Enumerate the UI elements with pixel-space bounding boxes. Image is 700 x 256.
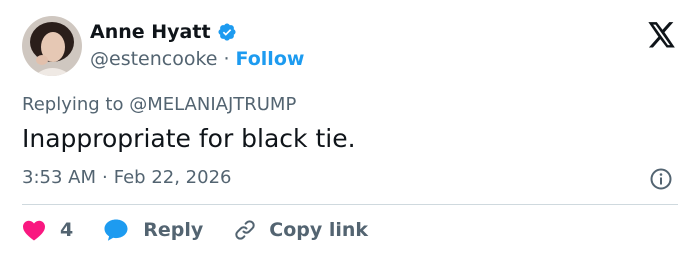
like-count: 4 <box>60 219 74 241</box>
separator-dot: · <box>102 167 108 188</box>
author-name[interactable]: Anne Hyatt <box>90 21 211 43</box>
author-handle-row: @estencooke · Follow <box>90 48 304 70</box>
author-name-row: Anne Hyatt <box>90 21 237 43</box>
tweet-text: Inappropriate for black tie. <box>22 124 356 153</box>
avatar[interactable] <box>22 16 82 76</box>
reply-button[interactable]: Reply <box>103 218 233 242</box>
reply-label: Reply <box>143 219 204 241</box>
tweet-date: Feb 22, 2026 <box>113 167 232 188</box>
reply-bubble-icon <box>103 218 129 242</box>
copy-link-label: Copy link <box>269 219 369 241</box>
tweet-time: 3:53 AM <box>22 167 96 188</box>
replying-to[interactable]: Replying to @MELANIAJTRUMP <box>22 94 296 115</box>
x-logo-icon[interactable] <box>648 22 676 48</box>
info-icon[interactable] <box>649 167 673 191</box>
verified-badge-icon <box>217 22 237 42</box>
like-button[interactable]: 4 <box>22 219 103 241</box>
action-bar: 4 Reply Copy link <box>22 217 368 243</box>
author-handle[interactable]: @estencooke <box>90 48 217 70</box>
link-icon <box>233 218 257 242</box>
divider <box>22 204 678 205</box>
copy-link-button[interactable]: Copy link <box>233 218 368 242</box>
heart-icon <box>22 219 46 241</box>
separator-dot: · <box>223 48 230 70</box>
follow-button[interactable]: Follow <box>236 48 305 70</box>
tweet-timestamp[interactable]: 3:53 AM · Feb 22, 2026 <box>22 167 231 188</box>
